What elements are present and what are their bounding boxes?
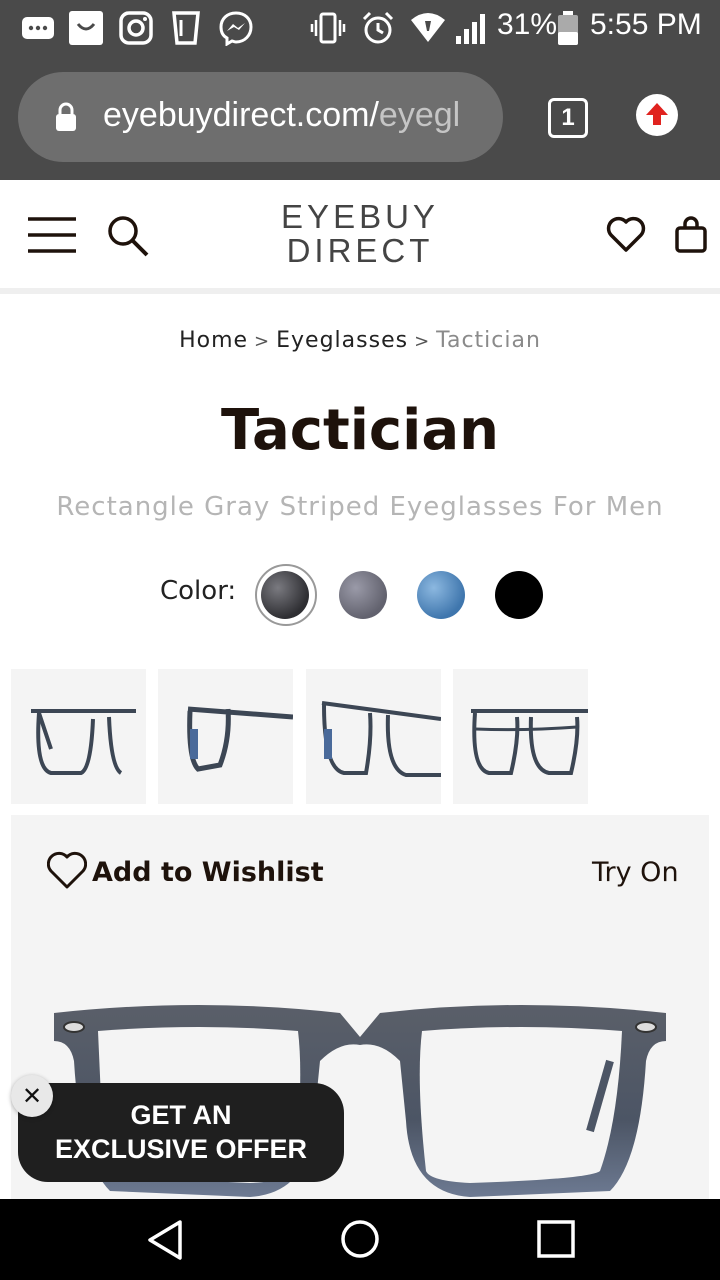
site-logo[interactable]: EYEBUY DIRECT bbox=[260, 200, 460, 268]
glasses-front-image bbox=[31, 709, 136, 775]
vibrate-icon bbox=[310, 12, 346, 44]
back-icon[interactable] bbox=[146, 1219, 184, 1261]
messages-icon bbox=[22, 17, 54, 39]
color-swatch-blue[interactable] bbox=[417, 571, 465, 619]
alarm-icon bbox=[362, 11, 394, 44]
arrow-up-icon bbox=[646, 103, 668, 125]
product-title: Tactician bbox=[221, 398, 499, 463]
close-offer-button[interactable]: ✕ bbox=[11, 1075, 53, 1117]
browser-toolbar: eyebuydirect.com/eyegl 1 bbox=[0, 56, 720, 180]
heart-outline-icon[interactable] bbox=[47, 850, 87, 890]
battery-percent: 31% bbox=[497, 8, 558, 41]
signal-icon bbox=[456, 14, 485, 44]
cart-bag-icon[interactable] bbox=[674, 216, 708, 254]
cup-icon bbox=[172, 11, 200, 45]
breadcrumb: Home > Eyeglasses > Tactician bbox=[0, 328, 720, 353]
url-path: eyegl bbox=[378, 96, 461, 134]
address-bar[interactable]: eyebuydirect.com/eyegl bbox=[18, 72, 503, 162]
glasses-folded-image bbox=[471, 709, 588, 775]
shopping-bag-icon bbox=[69, 11, 103, 45]
header-divider bbox=[0, 288, 720, 294]
breadcrumb-separator: > bbox=[414, 331, 431, 352]
glasses-side-image bbox=[187, 706, 294, 772]
battery-icon bbox=[558, 11, 578, 45]
home-icon[interactable] bbox=[340, 1219, 380, 1259]
exclusive-offer-button[interactable]: GET AN EXCLUSIVE OFFER bbox=[18, 1083, 344, 1182]
recents-icon[interactable] bbox=[537, 1220, 575, 1258]
color-swatch-gray-striped[interactable] bbox=[261, 571, 309, 619]
color-swatch-gray[interactable] bbox=[339, 571, 387, 619]
tab-switcher-button[interactable]: 1 bbox=[548, 98, 588, 138]
lock-icon bbox=[56, 102, 76, 131]
color-swatch-black[interactable] bbox=[495, 571, 543, 619]
status-bar: 31% 5:55 PM bbox=[0, 0, 720, 56]
breadcrumb-eyeglasses[interactable]: Eyeglasses bbox=[276, 328, 408, 353]
wifi-icon bbox=[411, 13, 445, 42]
hamburger-menu-icon[interactable] bbox=[28, 216, 76, 254]
logo-line-1: EYEBUY bbox=[281, 198, 439, 235]
offer-line-2: EXCLUSIVE OFFER bbox=[54, 1134, 308, 1164]
search-icon[interactable] bbox=[106, 214, 150, 258]
wishlist-heart-icon[interactable] bbox=[606, 214, 646, 254]
color-label: Color: bbox=[160, 576, 237, 606]
instagram-icon bbox=[119, 11, 153, 45]
offer-line-1: GET AN bbox=[130, 1100, 232, 1130]
messenger-icon bbox=[219, 11, 253, 46]
android-nav-bar bbox=[0, 1199, 720, 1280]
breadcrumb-current: Tactician bbox=[436, 328, 541, 353]
url-domain: eyebuydirect.com/ bbox=[103, 96, 379, 134]
thumbnail-front[interactable] bbox=[11, 669, 146, 804]
update-button[interactable] bbox=[636, 94, 678, 136]
logo-line-2: DIRECT bbox=[286, 232, 434, 269]
clock: 5:55 PM bbox=[590, 8, 702, 41]
thumbnail-folded[interactable] bbox=[453, 669, 588, 804]
add-to-wishlist-button[interactable]: Add to Wishlist bbox=[92, 857, 324, 888]
try-on-button[interactable]: Try On bbox=[592, 857, 679, 888]
glasses-angle-image bbox=[321, 701, 442, 777]
breadcrumb-home[interactable]: Home bbox=[179, 328, 248, 353]
product-subtitle: Rectangle Gray Striped Eyeglasses For Me… bbox=[56, 492, 664, 522]
thumbnail-side[interactable] bbox=[158, 669, 294, 804]
breadcrumb-separator: > bbox=[254, 331, 271, 352]
thumbnail-angle[interactable] bbox=[306, 669, 442, 804]
url-text[interactable]: eyebuydirect.com/eyegl bbox=[103, 96, 495, 135]
